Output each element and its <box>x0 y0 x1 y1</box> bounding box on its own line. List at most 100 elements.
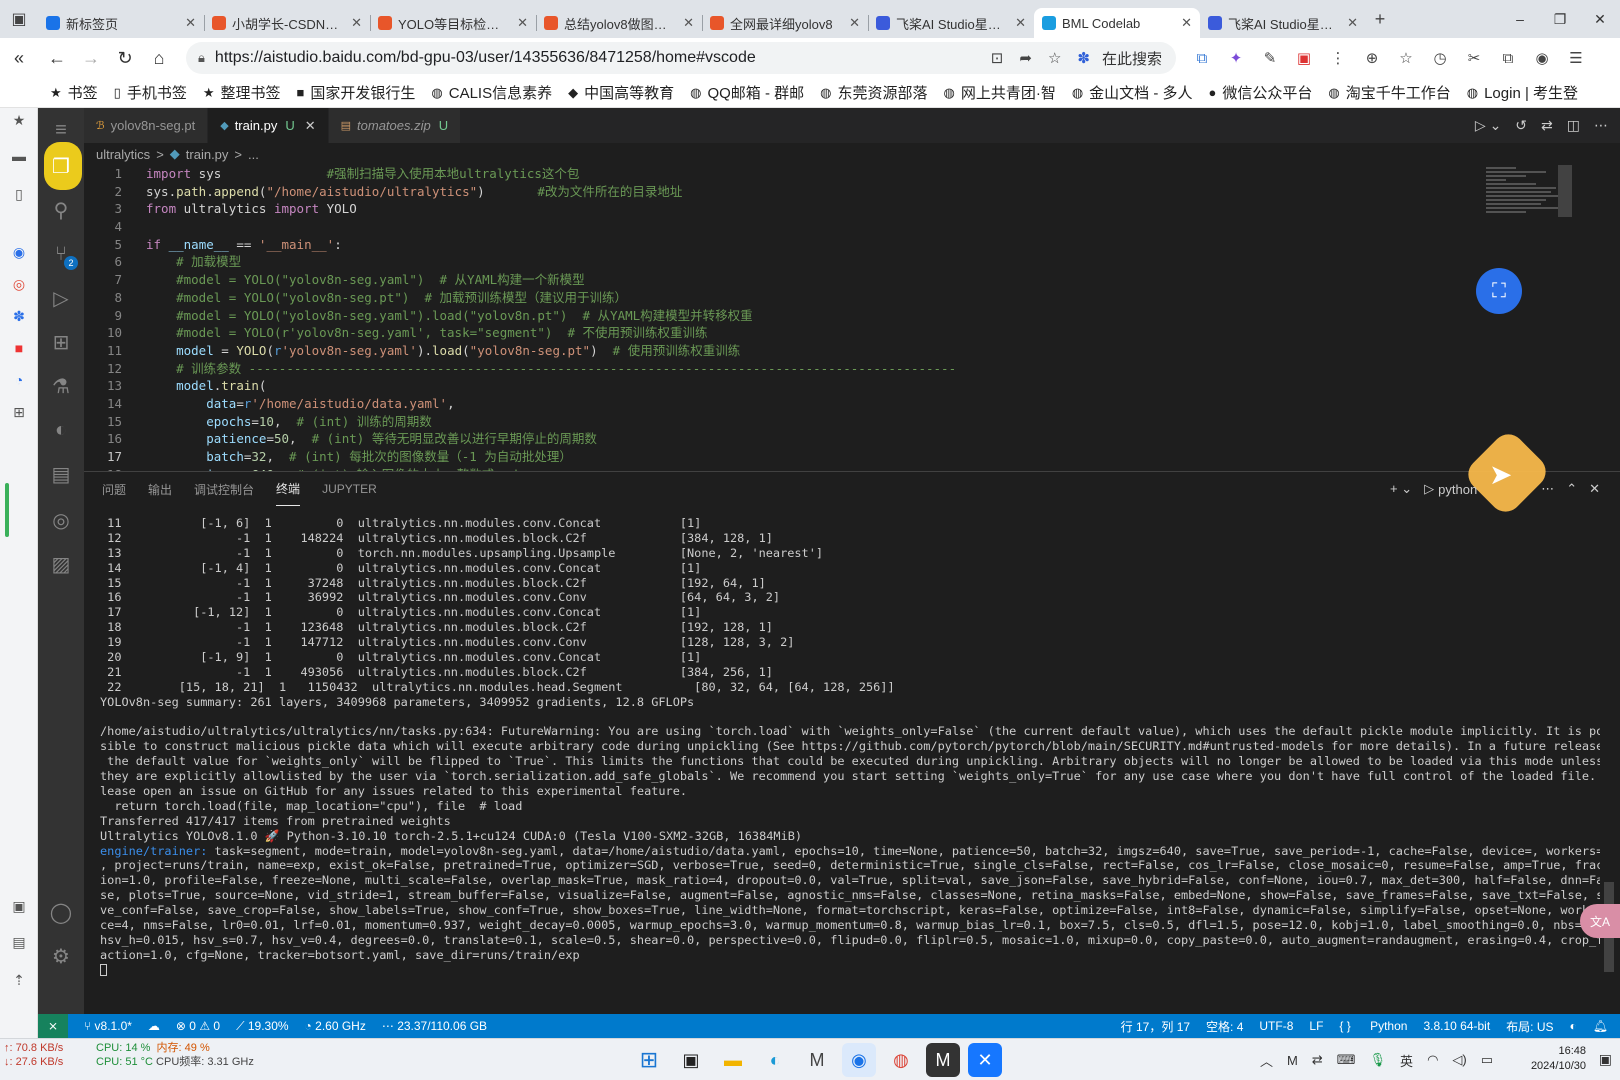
keyboard-layout[interactable]: 布局: US <box>1506 1018 1553 1035</box>
download-icon[interactable]: ⊕ <box>1355 42 1389 74</box>
bookmark-item[interactable]: ▯ 手机书签 <box>114 82 187 103</box>
share-icon[interactable]: ➦ <box>1019 49 1032 67</box>
add-panel-icon[interactable]: ⊞ <box>9 402 29 422</box>
browser-tab[interactable]: YOLO等目标检测模型 ✕ <box>370 8 536 38</box>
notebook-icon[interactable]: ▤ <box>38 452 84 496</box>
explorer-icon[interactable]: ❐ <box>38 144 84 188</box>
new-terminal-icon[interactable]: + ⌄ <box>1390 481 1412 497</box>
clock-icon[interactable]: ◔ <box>9 370 29 390</box>
pin-icon[interactable]: ⇡ <box>9 970 29 990</box>
tray-expand-icon[interactable]: ︿ <box>1260 1051 1273 1070</box>
collections-icon[interactable]: ⧉ <box>1491 42 1525 74</box>
panel-tab[interactable]: 终端 <box>276 472 301 506</box>
battery-icon[interactable]: ▭ <box>1481 1052 1493 1068</box>
minimize-icon[interactable]: – <box>1500 0 1540 38</box>
problems-counter[interactable]: ⊗ 0 ⚠ 0 <box>176 1019 220 1033</box>
bookmark-item[interactable]: ◍ 网上共青团·智 <box>943 82 1055 103</box>
phone-icon[interactable]: ▯ <box>9 184 29 204</box>
chart-icon[interactable]: ▨ <box>38 542 84 586</box>
ai-assistant-icon[interactable]: ✦ <box>1219 42 1253 74</box>
bookmark-item[interactable]: ■ 国家开发银行生 <box>297 82 416 103</box>
python-interpreter[interactable]: 3.8.10 64-bit <box>1423 1019 1490 1033</box>
editor-tab[interactable]: ◆ train.py U ✕ <box>208 108 329 143</box>
floating-scan-button[interactable]: ⛶ <box>1476 268 1522 314</box>
file-explorer-icon[interactable]: ▬ <box>716 1043 750 1077</box>
history-icon[interactable]: ◷ <box>1423 42 1457 74</box>
git-branch[interactable]: ⑂ v8.1.0* <box>84 1019 132 1033</box>
timeline-icon[interactable]: ↺ <box>1515 117 1527 134</box>
run-debug-icon[interactable]: ▷ <box>38 276 84 320</box>
bookmark-item[interactable]: ◆ 中国高等教育 <box>568 82 674 103</box>
tab-close-icon[interactable]: ✕ <box>351 15 362 31</box>
ime-indicator[interactable]: 英 <box>1400 1051 1413 1070</box>
source-control-icon[interactable]: ⑂ 2 <box>38 232 84 276</box>
bookmark-item[interactable]: ◍ 淘宝千牛工作台 <box>1328 82 1450 103</box>
translate-pill-icon[interactable]: 文A <box>1580 904 1620 938</box>
extension-pen-icon[interactable]: ✎ <box>1253 42 1287 74</box>
target-icon[interactable]: ◎ <box>38 498 84 542</box>
panel-tab[interactable]: 调试控制台 <box>194 472 254 506</box>
browser-tab[interactable]: 小胡学长-CSDN博客 ✕ <box>204 8 370 38</box>
mail-app-icon[interactable]: M <box>800 1043 834 1077</box>
account-icon[interactable]: ◯ <box>38 890 84 934</box>
browser-tab[interactable]: BML Codelab ✕ <box>1034 8 1200 38</box>
browser-tab[interactable]: 新标签页 ✕ <box>38 8 204 38</box>
indentation[interactable]: 空格: 4 <box>1206 1018 1243 1035</box>
extension-red-icon[interactable]: ▣ <box>1287 42 1321 74</box>
baidu-paw-icon[interactable]: ✽ <box>9 306 29 326</box>
editor-scrollbar[interactable] <box>1558 165 1572 217</box>
briefcase-icon[interactable]: ▤ <box>9 932 29 952</box>
split-editor-icon[interactable]: ◫ <box>1567 117 1580 134</box>
terminal-output[interactable]: 11 [-1, 6] 1 0 ultralytics.nn.modules.co… <box>100 516 1600 996</box>
tray-m-icon[interactable]: M <box>1287 1053 1298 1068</box>
more-extensions-icon[interactable]: ⋮ <box>1321 42 1355 74</box>
editor-tab[interactable]: ℬyolov8n-seg.pt <box>84 108 209 143</box>
url-field[interactable]: 🔒︎ https://aistudio.baidu.com/bd-gpu-03/… <box>186 42 1176 74</box>
profile-avatar-icon[interactable]: ◉ <box>1525 42 1559 74</box>
code-editor[interactable]: 1 import sys #强制扫描导入使用本地ultralytics这个包 2 sy… <box>84 165 1484 471</box>
favorites-icon[interactable]: ☆ <box>1389 42 1423 74</box>
close-panel-icon[interactable]: ✕ <box>1589 481 1600 497</box>
bookmark-item[interactable]: ◍ 金山文档 - 多人 <box>1072 82 1193 103</box>
screenshot-panel-icon[interactable]: ▣ <box>9 896 29 916</box>
breadcrumb-folder[interactable]: ultralytics <box>96 147 150 162</box>
sync-icon[interactable]: ☁ <box>148 1019 160 1033</box>
folder-icon[interactable]: ▬ <box>9 146 29 166</box>
notification-center-icon[interactable]: ▣ <box>1599 1051 1612 1068</box>
panel-more-icon[interactable]: ⋯ <box>1541 481 1554 497</box>
maximize-panel-icon[interactable]: ⌃ <box>1566 481 1577 497</box>
bookmark-item[interactable]: ◍ QQ邮箱 - 群邮 <box>690 82 804 103</box>
translate-icon[interactable]: ⧉ <box>1185 42 1219 74</box>
task-view-icon[interactable]: ▣ <box>674 1043 708 1077</box>
close-window-icon[interactable]: ✕ <box>1580 0 1620 38</box>
weibo-icon[interactable]: ◎ <box>9 274 29 294</box>
browser-app-icon[interactable]: ◉ <box>842 1043 876 1077</box>
breadcrumb-file[interactable]: train.py <box>186 147 229 162</box>
terminal-prompt[interactable] <box>100 963 1600 978</box>
remote-icon[interactable]: ◐ <box>38 408 84 452</box>
news-icon[interactable]: ■ <box>9 338 29 358</box>
language-mode[interactable]: { } Python <box>1339 1019 1407 1033</box>
tab-close-icon[interactable]: ✕ <box>1015 15 1026 31</box>
cut-icon[interactable]: ✂ <box>1457 42 1491 74</box>
keyboard-icon[interactable]: ⌨ <box>1337 1052 1356 1068</box>
bookmark-item[interactable]: ★ 书签 <box>50 82 98 103</box>
notifications-bell-icon[interactable]: 🔔︎ <box>1593 1019 1608 1033</box>
clock[interactable]: 16:48 2024/10/30 <box>1531 1044 1586 1074</box>
search-here-label[interactable]: 在此搜索 <box>1102 48 1162 69</box>
bookmark-item[interactable]: ★ 整理书签 <box>203 82 281 103</box>
compare-icon[interactable]: ⇄ <box>1541 117 1553 134</box>
favorites-star-icon[interactable]: ★ <box>9 110 29 130</box>
minimap[interactable] <box>1486 165 1566 265</box>
home-icon[interactable]: ⌂ <box>142 41 176 75</box>
tab-close-icon[interactable]: ✕ <box>1181 15 1192 31</box>
chrome-icon[interactable]: ◍ <box>884 1043 918 1077</box>
cursor-position[interactable]: 行 17，列 17 <box>1121 1018 1190 1035</box>
new-tab-button[interactable]: + <box>1366 9 1394 30</box>
qq-icon[interactable]: ◉ <box>9 242 29 262</box>
start-windows-icon[interactable]: ⊞ <box>632 1043 666 1077</box>
browser-tab[interactable]: 全网最详细yolov8 ✕ <box>702 8 868 38</box>
editor-tab-close-icon[interactable]: ✕ <box>305 118 316 134</box>
gmail-like-icon[interactable]: M <box>926 1043 960 1077</box>
tab-close-icon[interactable]: ✕ <box>849 15 860 31</box>
